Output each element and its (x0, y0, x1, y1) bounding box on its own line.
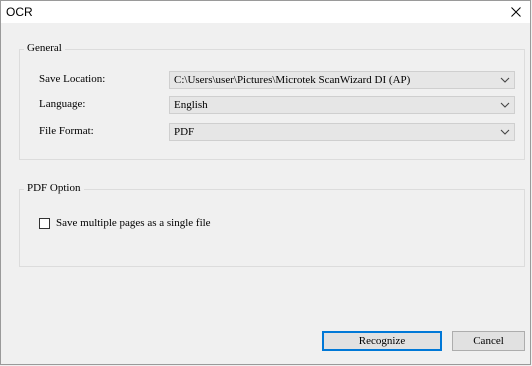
chevron-down-icon (500, 77, 510, 83)
file-format-dropdown[interactable]: PDF (169, 123, 515, 141)
window-title: OCR (6, 5, 33, 19)
close-button[interactable] (502, 1, 530, 23)
general-legend: General (24, 42, 65, 54)
close-icon (511, 7, 521, 17)
save-location-value: C:\Users\user\Pictures\Microtek ScanWiza… (174, 74, 411, 86)
save-location-label: Save Location: (39, 73, 106, 85)
pdf-option-legend: PDF Option (24, 182, 84, 194)
file-format-value: PDF (174, 126, 195, 138)
ocr-dialog: OCR General Save Location: C:\Users\user… (0, 0, 531, 365)
chevron-down-icon (500, 129, 510, 135)
save-multiple-pages-label: Save multiple pages as a single file (56, 217, 211, 229)
chevron-down-icon (500, 102, 510, 108)
title-bar[interactable]: OCR (1, 1, 530, 23)
save-location-dropdown[interactable]: C:\Users\user\Pictures\Microtek ScanWiza… (169, 71, 515, 89)
cancel-button[interactable]: Cancel (452, 331, 525, 351)
file-format-label: File Format: (39, 125, 94, 137)
recognize-button-label: Recognize (358, 335, 406, 347)
language-value: English (174, 99, 208, 111)
language-label: Language: (39, 98, 86, 110)
recognize-button[interactable]: Recognize (322, 331, 442, 351)
language-dropdown[interactable]: English (169, 96, 515, 114)
save-multiple-pages-checkbox-row[interactable]: Save multiple pages as a single file (39, 217, 211, 229)
save-multiple-pages-checkbox[interactable] (39, 217, 50, 229)
cancel-button-label: Cancel (473, 335, 504, 347)
